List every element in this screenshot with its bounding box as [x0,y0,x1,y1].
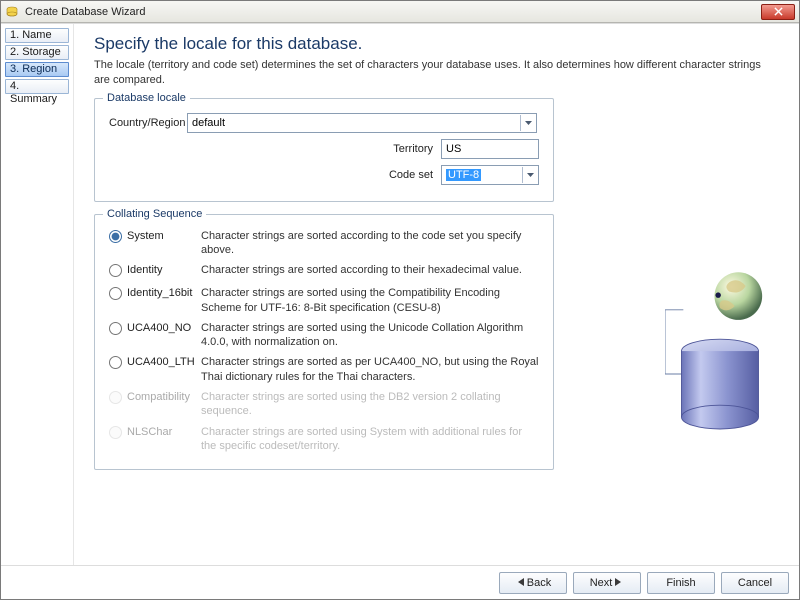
collating-desc: Character strings are sorted as per UCA4… [201,355,539,384]
app-icon [5,5,19,19]
wizard-window: Create Database Wizard 1. Name 2. Storag… [0,0,800,600]
database-locale-legend: Database locale [103,92,190,104]
collating-desc: Character strings are sorted according t… [201,229,539,258]
wizard-body: 1. Name 2. Storage 3. Region 4. Summary … [1,23,799,565]
radio-identity[interactable] [109,264,122,277]
close-button[interactable] [761,4,795,20]
collating-option-compatibility: Compatibility Character strings are sort… [109,390,539,419]
collating-option-identity[interactable]: Identity Character strings are sorted ac… [109,263,539,280]
collating-label: Identity [123,263,201,276]
code-set-value: UTF-8 [446,169,481,181]
cancel-button[interactable]: Cancel [721,572,789,594]
code-set-label: Code set [389,169,433,181]
collating-desc: Character strings are sorted using the D… [201,390,539,419]
cancel-label: Cancel [738,577,772,589]
collating-option-uca400no[interactable]: UCA400_NO Character strings are sorted u… [109,321,539,350]
collating-desc: Character strings are sorted according t… [201,263,539,277]
wizard-button-bar: Back Next Finish Cancel [1,565,799,599]
collating-label: NLSChar [123,425,201,438]
radio-uca400lth[interactable] [109,356,122,369]
radio-identity16[interactable] [109,287,122,300]
country-region-value: default [192,117,225,129]
step-summary[interactable]: 4. Summary [5,79,69,94]
step-name[interactable]: 1. Name [5,28,69,43]
territory-input[interactable] [441,139,539,159]
database-locale-group: Database locale Country/Region default T… [94,98,554,202]
territory-label: Territory [393,143,433,155]
collating-label: Identity_16bit [123,286,201,299]
page-description: The locale (territory and code set) dete… [94,58,779,88]
step-region[interactable]: 3. Region [5,62,69,77]
back-label: Back [527,577,551,589]
collating-option-system[interactable]: System Character strings are sorted acco… [109,229,539,258]
collating-option-identity16[interactable]: Identity_16bit Character strings are sor… [109,286,539,315]
back-button[interactable]: Back [499,572,567,594]
radio-uca400no[interactable] [109,322,122,335]
country-region-combobox[interactable]: default [187,113,537,133]
radio-nlschar [109,426,122,439]
collating-label: UCA400_NO [123,321,201,334]
collating-option-nlschar: NLSChar Character strings are sorted usi… [109,425,539,454]
collating-sequence-legend: Collating Sequence [103,208,206,220]
wizard-page: Specify the locale for this database. Th… [73,24,799,565]
collating-desc: Character strings are sorted using the U… [201,321,539,350]
triangle-left-icon [518,577,524,589]
next-label: Next [590,577,613,589]
finish-button[interactable]: Finish [647,572,715,594]
country-region-label: Country/Region [109,117,187,129]
finish-label: Finish [666,577,695,589]
database-globe-illustration [665,264,775,464]
code-set-combobox[interactable]: UTF-8 [441,165,539,185]
page-title: Specify the locale for this database. [94,34,779,54]
collating-label: Compatibility [123,390,201,403]
step-storage[interactable]: 2. Storage [5,45,69,60]
collating-desc: Character strings are sorted using the C… [201,286,539,315]
chevron-down-icon [522,167,537,183]
radio-compatibility [109,391,122,404]
window-title: Create Database Wizard [25,6,761,18]
collating-label: UCA400_LTH [123,355,201,368]
titlebar: Create Database Wizard [1,1,799,23]
collating-sequence-group: Collating Sequence System Character stri… [94,214,554,471]
next-button[interactable]: Next [573,572,641,594]
wizard-steps: 1. Name 2. Storage 3. Region 4. Summary [1,24,73,565]
chevron-down-icon [520,115,535,131]
collating-option-uca400lth[interactable]: UCA400_LTH Character strings are sorted … [109,355,539,384]
collating-label: System [123,229,201,242]
triangle-right-icon [615,577,621,589]
radio-system[interactable] [109,230,122,243]
collating-desc: Character strings are sorted using Syste… [201,425,539,454]
